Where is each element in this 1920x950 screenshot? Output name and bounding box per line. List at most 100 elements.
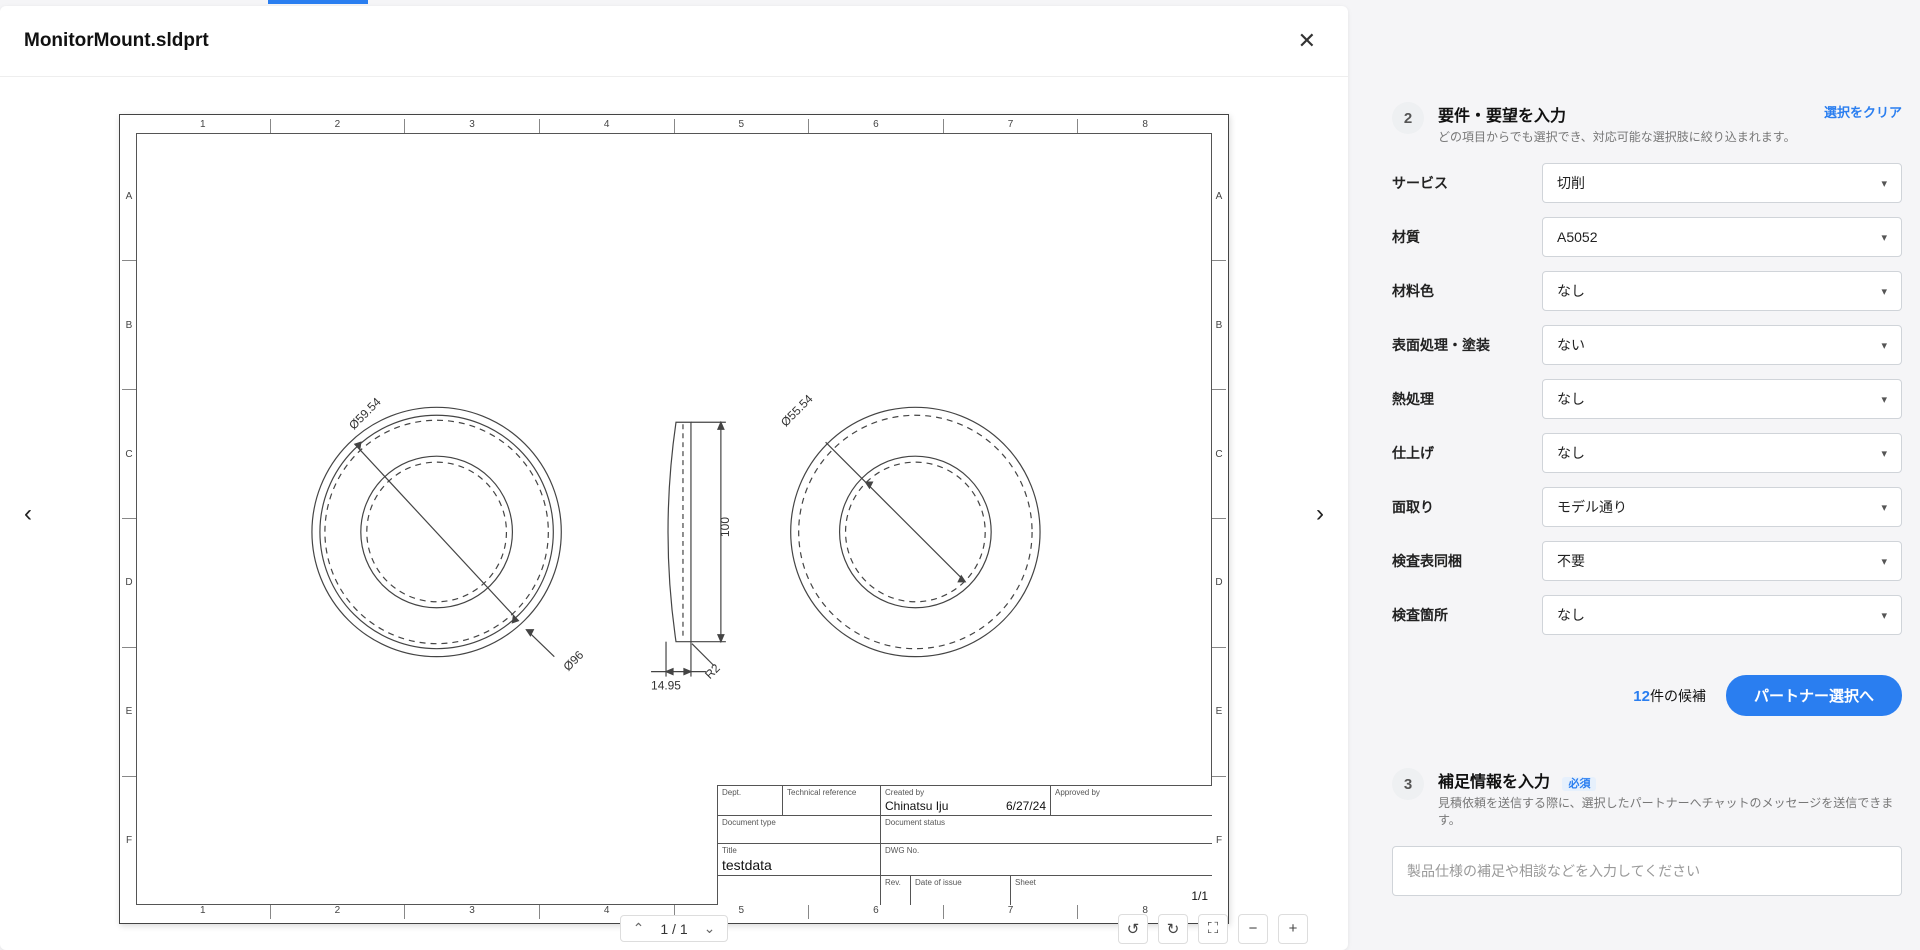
ruler-top: 12345678 xyxy=(136,119,1212,133)
field-select-1[interactable]: A5052▾ xyxy=(1542,217,1902,257)
plus-icon: + xyxy=(1289,920,1298,937)
dim-d1: Ø59.54 xyxy=(346,394,384,432)
tb-docstatus-label: Document status xyxy=(885,818,1208,827)
field-value: なし xyxy=(1557,443,1585,463)
main-layout: MonitorMount.sldprt ✕ ‹ › 12345678 12345… xyxy=(0,0,1920,950)
caret-down-icon: ▾ xyxy=(1881,177,1887,190)
field-label: 検査箇所 xyxy=(1392,605,1542,625)
step2-number: 2 xyxy=(1392,102,1424,134)
dim-d3: Ø55.54 xyxy=(778,391,816,429)
minus-icon: − xyxy=(1249,920,1258,937)
document-header: MonitorMount.sldprt ✕ xyxy=(0,6,1348,77)
field-select-0[interactable]: 切削 ▾ xyxy=(1542,163,1902,203)
tb-title-label: Title xyxy=(722,846,876,855)
chevron-down-icon: ⌄ xyxy=(704,920,716,936)
chevron-right-icon: › xyxy=(1316,500,1324,527)
form-row: 検査箇所なし ▾ xyxy=(1392,595,1902,635)
tb-techref-label: Technical reference xyxy=(787,788,876,797)
tb-date-value: 6/27/24 xyxy=(1006,797,1046,813)
candidate-count: 12件の候補 xyxy=(1633,686,1706,706)
form-row: 仕上げなし▾ xyxy=(1392,433,1902,473)
ruler-col: 1 xyxy=(136,119,270,133)
step2-description: どの項目からでも選択でき、対応可能な選択肢に絞り込まれます。 xyxy=(1438,128,1812,145)
ruler-row: C xyxy=(122,389,136,518)
field-label: 材料色 xyxy=(1392,281,1542,301)
ruler-row: F xyxy=(1212,776,1226,905)
ruler-row: A xyxy=(1212,133,1226,261)
field-label: 仕上げ xyxy=(1392,443,1542,463)
ruler-col: 8 xyxy=(1077,119,1212,133)
field-select-8[interactable]: なし ▾ xyxy=(1542,595,1902,635)
ruler-row: C xyxy=(1212,389,1226,518)
ruler-col: 7 xyxy=(943,119,1078,133)
partner-select-button[interactable]: パートナー選択へ xyxy=(1726,675,1902,716)
tb-rev-label: Rev. xyxy=(885,878,906,887)
candidate-footer: 12件の候補 パートナー選択へ xyxy=(1392,663,1902,728)
page-navigator: ⌃ 1 / 1 ⌄ xyxy=(620,915,729,942)
page-down-button[interactable]: ⌄ xyxy=(698,918,722,939)
drawing-shapes: Ø59.54 Ø96 xyxy=(136,133,1212,905)
field-select-4[interactable]: なし▾ xyxy=(1542,379,1902,419)
ruler-col: 6 xyxy=(808,119,943,133)
field-label: 熱処理 xyxy=(1392,389,1542,409)
tb-title-value: testdata xyxy=(722,855,876,873)
ruler-col: 2 xyxy=(270,119,405,133)
tb-doctype-label: Document type xyxy=(722,818,876,827)
caret-down-icon: ▾ xyxy=(1881,609,1887,622)
zoom-out-button[interactable]: − xyxy=(1238,914,1268,944)
field-value: 不要 xyxy=(1557,551,1585,571)
chevron-left-icon: ‹ xyxy=(24,500,32,527)
title-block: Dept. Technical reference Created by Chi… xyxy=(717,785,1212,905)
next-page-arrow[interactable]: › xyxy=(1306,490,1334,538)
ruler-row: A xyxy=(122,133,136,261)
step2-header: 2 要件・要望を入力 どの項目からでも選択でき、対応可能な選択肢に絞り込まれます… xyxy=(1392,102,1902,145)
viewer-area: ‹ › 12345678 12345678 ABCDEF ABCDEF xyxy=(0,77,1348,950)
field-select-6[interactable]: モデル通り▾ xyxy=(1542,487,1902,527)
field-value: モデル通り xyxy=(1557,497,1627,517)
step3-description: 見積依頼を送信する際に、選択したパートナーへチャットのメッセージを送信できます。 xyxy=(1438,794,1902,828)
field-label: 表面処理・塗装 xyxy=(1392,335,1542,355)
ruler-row: D xyxy=(122,518,136,647)
ruler-left: ABCDEF xyxy=(122,133,136,905)
field-select-3[interactable]: ない▾ xyxy=(1542,325,1902,365)
tb-createdby-label: Created by xyxy=(885,788,1046,797)
form-row: 表面処理・塗装ない▾ xyxy=(1392,325,1902,365)
ruler-row: D xyxy=(1212,518,1226,647)
notes-textarea[interactable]: 製品仕様の補足や相談などを入力してください xyxy=(1392,846,1902,896)
field-value: 切削 xyxy=(1557,173,1585,193)
close-button[interactable]: ✕ xyxy=(1290,24,1324,58)
form-row: 材質A5052▾ xyxy=(1392,217,1902,257)
field-value: ない xyxy=(1557,335,1585,355)
caret-down-icon: ▾ xyxy=(1881,393,1887,406)
ruler-col: 5 xyxy=(674,119,809,133)
rotate-cw-button[interactable]: ↻ xyxy=(1158,914,1188,944)
step2-title: 要件・要望を入力 xyxy=(1438,102,1812,126)
form-row: 材料色なし▾ xyxy=(1392,271,1902,311)
zoom-in-button[interactable]: + xyxy=(1278,914,1308,944)
drawing-canvas[interactable]: 12345678 12345678 ABCDEF ABCDEF xyxy=(119,114,1229,924)
rotate-cw-icon: ↻ xyxy=(1167,920,1180,938)
page-up-button[interactable]: ⌃ xyxy=(627,918,651,939)
ruler-row: E xyxy=(122,647,136,776)
field-select-2[interactable]: なし▾ xyxy=(1542,271,1902,311)
rotate-ccw-button[interactable]: ↺ xyxy=(1118,914,1148,944)
fit-button[interactable]: ⛶ xyxy=(1198,914,1228,944)
prev-page-arrow[interactable]: ‹ xyxy=(14,490,42,538)
field-label: サービス xyxy=(1392,173,1542,193)
candidate-count-number: 12 xyxy=(1633,688,1650,705)
form-scroll[interactable]: 2 要件・要望を入力 どの項目からでも選択でき、対応可能な選択肢に絞り込まれます… xyxy=(1392,0,1906,950)
rotate-ccw-icon: ↺ xyxy=(1127,920,1140,938)
dim-d5: 14.95 xyxy=(651,678,681,692)
document-panel: MonitorMount.sldprt ✕ ‹ › 12345678 12345… xyxy=(0,6,1348,950)
right-panel: 2 要件・要望を入力 どの項目からでも選択でき、対応可能な選択肢に絞り込まれます… xyxy=(1348,0,1920,950)
ruler-col: 3 xyxy=(404,119,539,133)
form-row: サービス切削 ▾ xyxy=(1392,163,1902,203)
page-indicator: 1 / 1 xyxy=(656,921,691,937)
field-value: なし xyxy=(1557,605,1585,625)
document-title: MonitorMount.sldprt xyxy=(24,30,209,52)
field-select-7[interactable]: 不要▾ xyxy=(1542,541,1902,581)
expand-icon: ⛶ xyxy=(1208,920,1219,937)
requirement-fields: サービス切削▾材質A5052▾材料色なし▾表面処理・塗装ない▾熱処理なし▾仕上げ… xyxy=(1392,163,1902,635)
clear-selection-button[interactable]: 選択をクリア xyxy=(1824,102,1902,121)
field-select-5[interactable]: なし▾ xyxy=(1542,433,1902,473)
